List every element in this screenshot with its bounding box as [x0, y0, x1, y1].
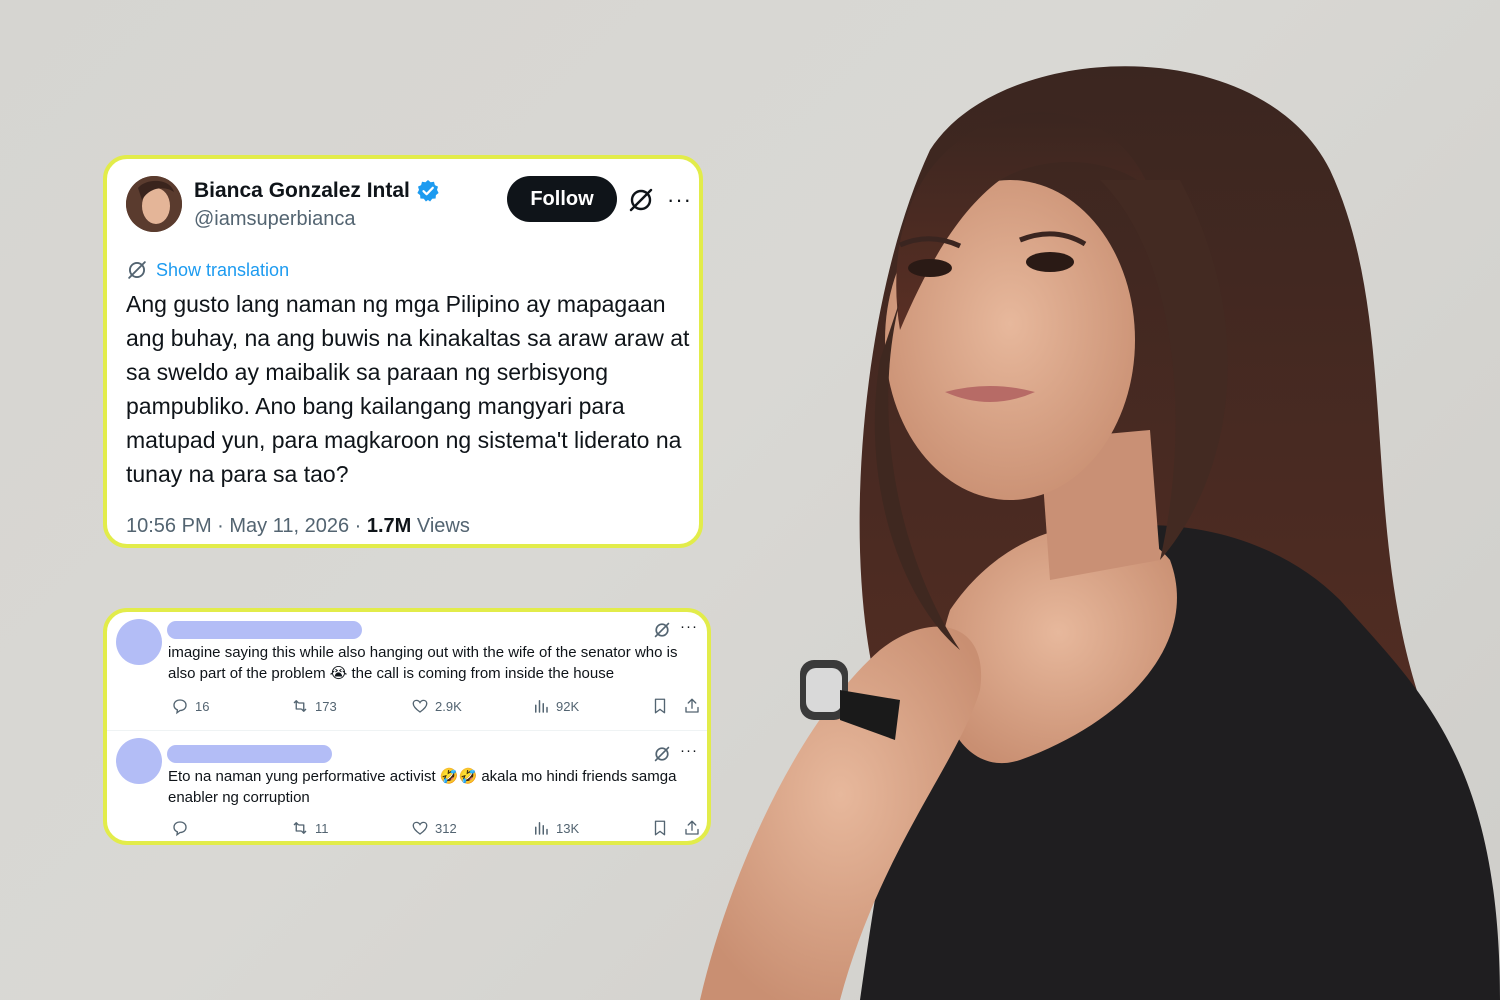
- repost-button[interactable]: 173: [291, 697, 337, 715]
- view-count: 13K: [556, 820, 580, 836]
- share-icon: [685, 698, 699, 713]
- analytics-icon: [535, 822, 548, 835]
- tweet-card: Bianca Gonzalez Intal @iamsuperbianca Fo…: [103, 155, 703, 548]
- avatar-photo: [126, 176, 182, 232]
- author-handle[interactable]: @iamsuperbianca: [194, 208, 356, 231]
- grok-icon[interactable]: [653, 745, 671, 763]
- grok-icon[interactable]: [653, 621, 671, 639]
- reply-text: Eto na naman yung performative activist …: [168, 768, 677, 806]
- like-count: 2.9K: [435, 698, 462, 714]
- more-options-icon[interactable]: ···: [667, 187, 692, 213]
- share-button[interactable]: [683, 697, 701, 715]
- comment-icon: [173, 821, 187, 837]
- more-options-icon[interactable]: ···: [680, 742, 698, 759]
- author-name[interactable]: Bianca Gonzalez Intal: [194, 179, 410, 203]
- repost-count: 11: [315, 820, 329, 836]
- replies-card: ··· imagine saying this while also hangi…: [103, 608, 711, 845]
- bookmark-icon: [654, 698, 666, 714]
- bookmark-icon: [654, 820, 666, 836]
- comment-icon: [173, 699, 187, 715]
- redacted-username: [167, 621, 362, 639]
- like-count: 312: [435, 820, 457, 836]
- bookmark-button[interactable]: [651, 697, 669, 715]
- grok-icon[interactable]: [627, 186, 655, 214]
- repost-icon: [293, 822, 307, 834]
- bookmark-button[interactable]: [651, 819, 669, 837]
- redacted-username: [167, 745, 332, 763]
- share-button[interactable]: [683, 819, 701, 837]
- reply-item[interactable]: ··· imagine saying this while also hangi…: [107, 612, 707, 731]
- repost-count: 173: [315, 698, 337, 714]
- views-button[interactable]: 92K: [532, 697, 579, 715]
- views-label: Views: [411, 515, 470, 537]
- follow-button[interactable]: Follow: [507, 176, 617, 222]
- reply-text: imagine saying this while also hanging o…: [168, 644, 678, 682]
- reply-button[interactable]: [171, 819, 195, 837]
- reply-item[interactable]: ··· Eto na naman yung performative activ…: [107, 731, 707, 841]
- share-icon: [685, 820, 699, 835]
- tweet-timestamp: 10:56 PM · May 11, 2026 · 1.7M Views: [126, 515, 470, 538]
- avatar[interactable]: [126, 176, 182, 232]
- like-button[interactable]: 2.9K: [411, 697, 462, 715]
- view-count: 92K: [556, 698, 580, 714]
- analytics-icon: [535, 700, 548, 713]
- redacted-avatar: [116, 619, 162, 665]
- verified-badge-icon: [417, 180, 439, 202]
- show-translation-label: Show translation: [156, 259, 290, 280]
- heart-icon: [412, 821, 428, 835]
- repost-icon: [293, 700, 307, 712]
- reply-button[interactable]: 16: [171, 697, 209, 715]
- more-options-icon[interactable]: ···: [680, 618, 698, 635]
- tweet-time[interactable]: 10:56 PM · May 11, 2026 ·: [126, 515, 367, 537]
- reply-count: 16: [195, 698, 210, 714]
- reply-actions: 16 173 2.9K 92K: [167, 697, 699, 717]
- heart-icon: [412, 699, 428, 713]
- views-button[interactable]: 13K: [532, 819, 579, 837]
- repost-button[interactable]: 11: [291, 819, 329, 837]
- views-count: 1.7M: [366, 515, 412, 537]
- reply-actions: 11 312 13K: [167, 819, 699, 839]
- like-button[interactable]: 312: [411, 819, 457, 837]
- show-translation-link[interactable]: Show translation: [126, 259, 289, 281]
- redacted-avatar: [116, 738, 162, 784]
- grok-small-icon: [128, 261, 146, 279]
- tweet-text: Ang gusto lang naman ng mga Pilipino ay …: [126, 291, 690, 487]
